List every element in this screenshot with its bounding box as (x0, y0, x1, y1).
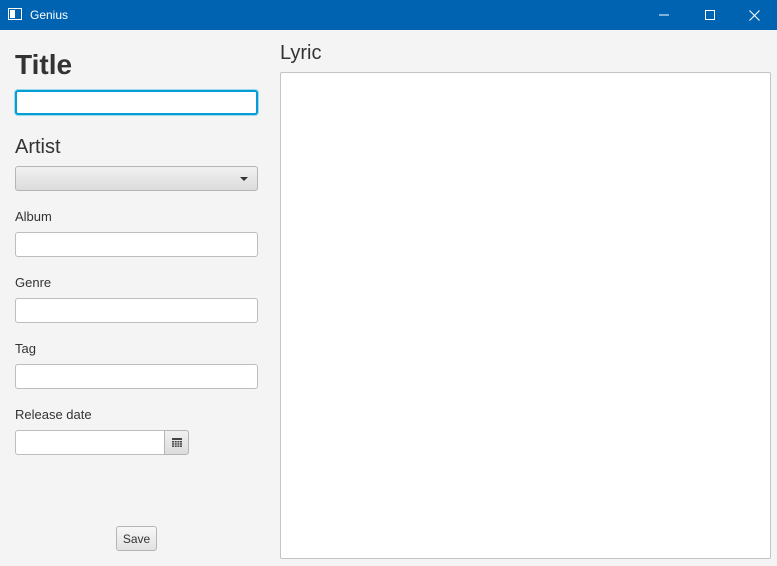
calendar-icon (171, 438, 182, 447)
artist-label: Artist (15, 136, 61, 158)
artist-combobox[interactable] (15, 166, 258, 191)
minimize-icon (659, 14, 669, 16)
close-button[interactable] (731, 0, 777, 30)
title-input[interactable] (15, 90, 258, 115)
genre-input[interactable] (15, 298, 258, 323)
tag-label: Tag (15, 341, 36, 356)
window-title-bar[interactable]: Genius (0, 0, 777, 30)
lyric-textarea[interactable] (280, 72, 771, 559)
maximize-icon (705, 10, 715, 20)
app-window-icon (8, 8, 22, 20)
genre-label: Genre (15, 275, 52, 290)
title-label: Title (15, 49, 73, 80)
save-button[interactable]: Save (116, 526, 157, 551)
window-title: Genius (30, 8, 69, 22)
lyric-label: Lyric (280, 42, 322, 64)
tag-input[interactable] (15, 364, 258, 389)
chevron-down-icon (240, 177, 248, 181)
album-input[interactable] (15, 232, 258, 257)
release-date-label: Release date (15, 407, 92, 422)
album-label: Album (15, 209, 52, 224)
release-date-input[interactable] (15, 430, 165, 455)
minimize-button[interactable] (641, 0, 687, 30)
close-icon (748, 9, 760, 21)
maximize-button[interactable] (687, 0, 733, 30)
date-picker-button[interactable] (164, 430, 189, 455)
